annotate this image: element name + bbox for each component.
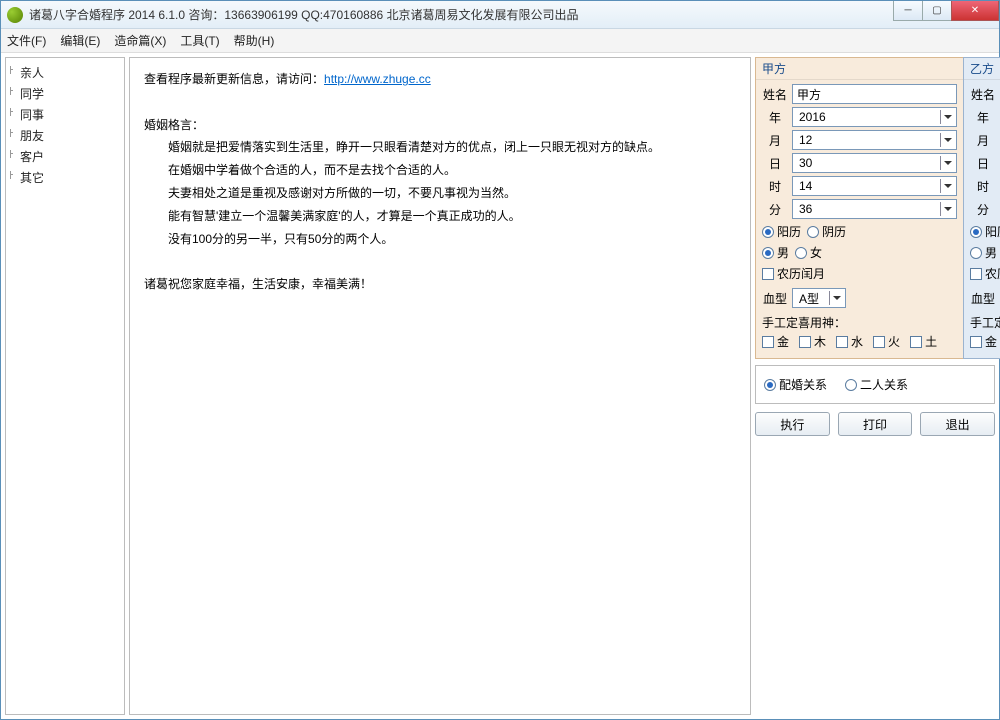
nav-item[interactable]: 亲人 [6, 62, 124, 83]
window-title: 诸葛八字合婚程序 2014 6.1.0 咨询：13663906199 QQ:47… [29, 6, 894, 23]
update-text: 查看程序最新更新信息，请访问： [144, 72, 324, 86]
a-year-combo[interactable]: 2016 [792, 107, 957, 127]
a-manual-label: 手工定喜用神： [762, 314, 957, 331]
nav-item[interactable]: 其它 [6, 167, 124, 188]
a-el-wood[interactable]: 木 [799, 333, 826, 350]
chevron-down-icon [940, 202, 954, 216]
a-minute-combo[interactable]: 36 [792, 199, 957, 219]
client-area: 亲人 同学 同事 朋友 客户 其它 查看程序最新更新信息，请访问：http://… [1, 53, 999, 719]
rel-marriage-radio[interactable]: 配婚关系 [764, 376, 827, 393]
menubar: 文件(F) 编辑(E) 造命篇(X) 工具(T) 帮助(H) [1, 29, 999, 53]
label-name: 姓名 [762, 86, 788, 103]
motto-line: 能有智慧'建立一个温馨美满家庭'的人，才算是一个真正成功的人。 [144, 205, 736, 228]
app-icon [7, 7, 23, 23]
print-button[interactable]: 打印 [838, 412, 913, 436]
content-pane: 查看程序最新更新信息，请访问：http://www.zhuge.cc 婚姻格言：… [129, 57, 751, 715]
label-day: 日 [970, 155, 996, 172]
panel-a: 甲方 姓名 年2016 月12 日30 时14 分36 阳历 阴历 男 女 [755, 57, 964, 359]
update-link[interactable]: http://www.zhuge.cc [324, 72, 431, 86]
b-manual-label: 手工定喜用神： [970, 314, 1000, 331]
chevron-down-icon [940, 133, 954, 147]
label-blood: 血型 [762, 290, 788, 307]
panel-b-title: 乙方 [964, 58, 1000, 80]
a-solar-radio[interactable]: 阳历 [762, 223, 801, 240]
menu-help[interactable]: 帮助(H) [234, 32, 275, 49]
motto-line: 没有100分的另一半，只有50分的两个人。 [144, 228, 736, 251]
nav-item[interactable]: 同学 [6, 83, 124, 104]
chevron-down-icon [940, 110, 954, 124]
close-button[interactable]: ✕ [951, 1, 999, 21]
a-el-earth[interactable]: 土 [910, 333, 937, 350]
a-day-combo[interactable]: 30 [792, 153, 957, 173]
minimize-button[interactable]: ─ [893, 1, 923, 21]
app-window: 诸葛八字合婚程序 2014 6.1.0 咨询：13663906199 QQ:47… [0, 0, 1000, 720]
closing-text: 诸葛祝您家庭幸福，生活安康，幸福美满！ [144, 273, 736, 296]
motto-line: 夫妻相处之道是重视及感谢对方所做的一切，不要凡事视为当然。 [144, 182, 736, 205]
a-lunar-radio[interactable]: 阴历 [807, 223, 846, 240]
label-year: 年 [762, 109, 788, 126]
label-minute: 分 [762, 201, 788, 218]
nav-item[interactable]: 同事 [6, 104, 124, 125]
label-month: 月 [762, 132, 788, 149]
b-el-gold[interactable]: 金 [970, 333, 997, 350]
b-leap-check[interactable]: 农历闰月 [970, 265, 1000, 282]
window-controls: ─ ▢ ✕ [894, 1, 999, 28]
a-el-gold[interactable]: 金 [762, 333, 789, 350]
button-row: 执行 打印 退出 [755, 412, 995, 436]
a-hour-combo[interactable]: 14 [792, 176, 957, 196]
a-month-combo[interactable]: 12 [792, 130, 957, 150]
a-leap-check[interactable]: 农历闰月 [762, 265, 957, 282]
panel-a-title: 甲方 [756, 58, 963, 80]
right-column: 甲方 姓名 年2016 月12 日30 时14 分36 阳历 阴历 男 女 [755, 57, 995, 715]
label-name: 姓名 [970, 86, 996, 103]
label-month: 月 [970, 132, 996, 149]
nav-item[interactable]: 朋友 [6, 125, 124, 146]
a-el-water[interactable]: 水 [836, 333, 863, 350]
rel-two-radio[interactable]: 二人关系 [845, 376, 908, 393]
panel-b: 乙方 姓名 年2016 月12 日30 时14 分36 阳历 阴历 男 女 [963, 57, 1000, 359]
chevron-down-icon [940, 179, 954, 193]
nav-item[interactable]: 客户 [6, 146, 124, 167]
chevron-down-icon [829, 291, 843, 305]
left-nav: 亲人 同学 同事 朋友 客户 其它 [5, 57, 125, 715]
a-el-fire[interactable]: 火 [873, 333, 900, 350]
b-male-radio[interactable]: 男 [970, 244, 997, 261]
label-hour: 时 [762, 178, 788, 195]
label-hour: 时 [970, 178, 996, 195]
menu-file[interactable]: 文件(F) [7, 32, 46, 49]
label-minute: 分 [970, 201, 996, 218]
label-year: 年 [970, 109, 996, 126]
a-male-radio[interactable]: 男 [762, 244, 789, 261]
exit-button[interactable]: 退出 [920, 412, 995, 436]
a-blood-combo[interactable]: A型 [792, 288, 846, 308]
a-name-input[interactable] [792, 84, 957, 104]
label-blood: 血型 [970, 290, 996, 307]
menu-fate[interactable]: 造命篇(X) [114, 32, 166, 49]
run-button[interactable]: 执行 [755, 412, 830, 436]
relation-row: 配婚关系 二人关系 [755, 365, 995, 404]
maximize-button[interactable]: ▢ [922, 1, 952, 21]
motto-line: 婚姻就是把爱情落实到生活里，睁开一只眼看清楚对方的优点，闭上一只眼无视对方的缺点… [144, 136, 736, 159]
chevron-down-icon [940, 156, 954, 170]
menu-tools[interactable]: 工具(T) [180, 32, 219, 49]
a-female-radio[interactable]: 女 [795, 244, 822, 261]
titlebar: 诸葛八字合婚程序 2014 6.1.0 咨询：13663906199 QQ:47… [1, 1, 999, 29]
b-solar-radio[interactable]: 阳历 [970, 223, 1000, 240]
motto-heading: 婚姻格言： [144, 114, 736, 137]
menu-edit[interactable]: 编辑(E) [60, 32, 100, 49]
label-day: 日 [762, 155, 788, 172]
motto-line: 在婚姻中学着做个合适的人，而不是去找个合适的人。 [144, 159, 736, 182]
